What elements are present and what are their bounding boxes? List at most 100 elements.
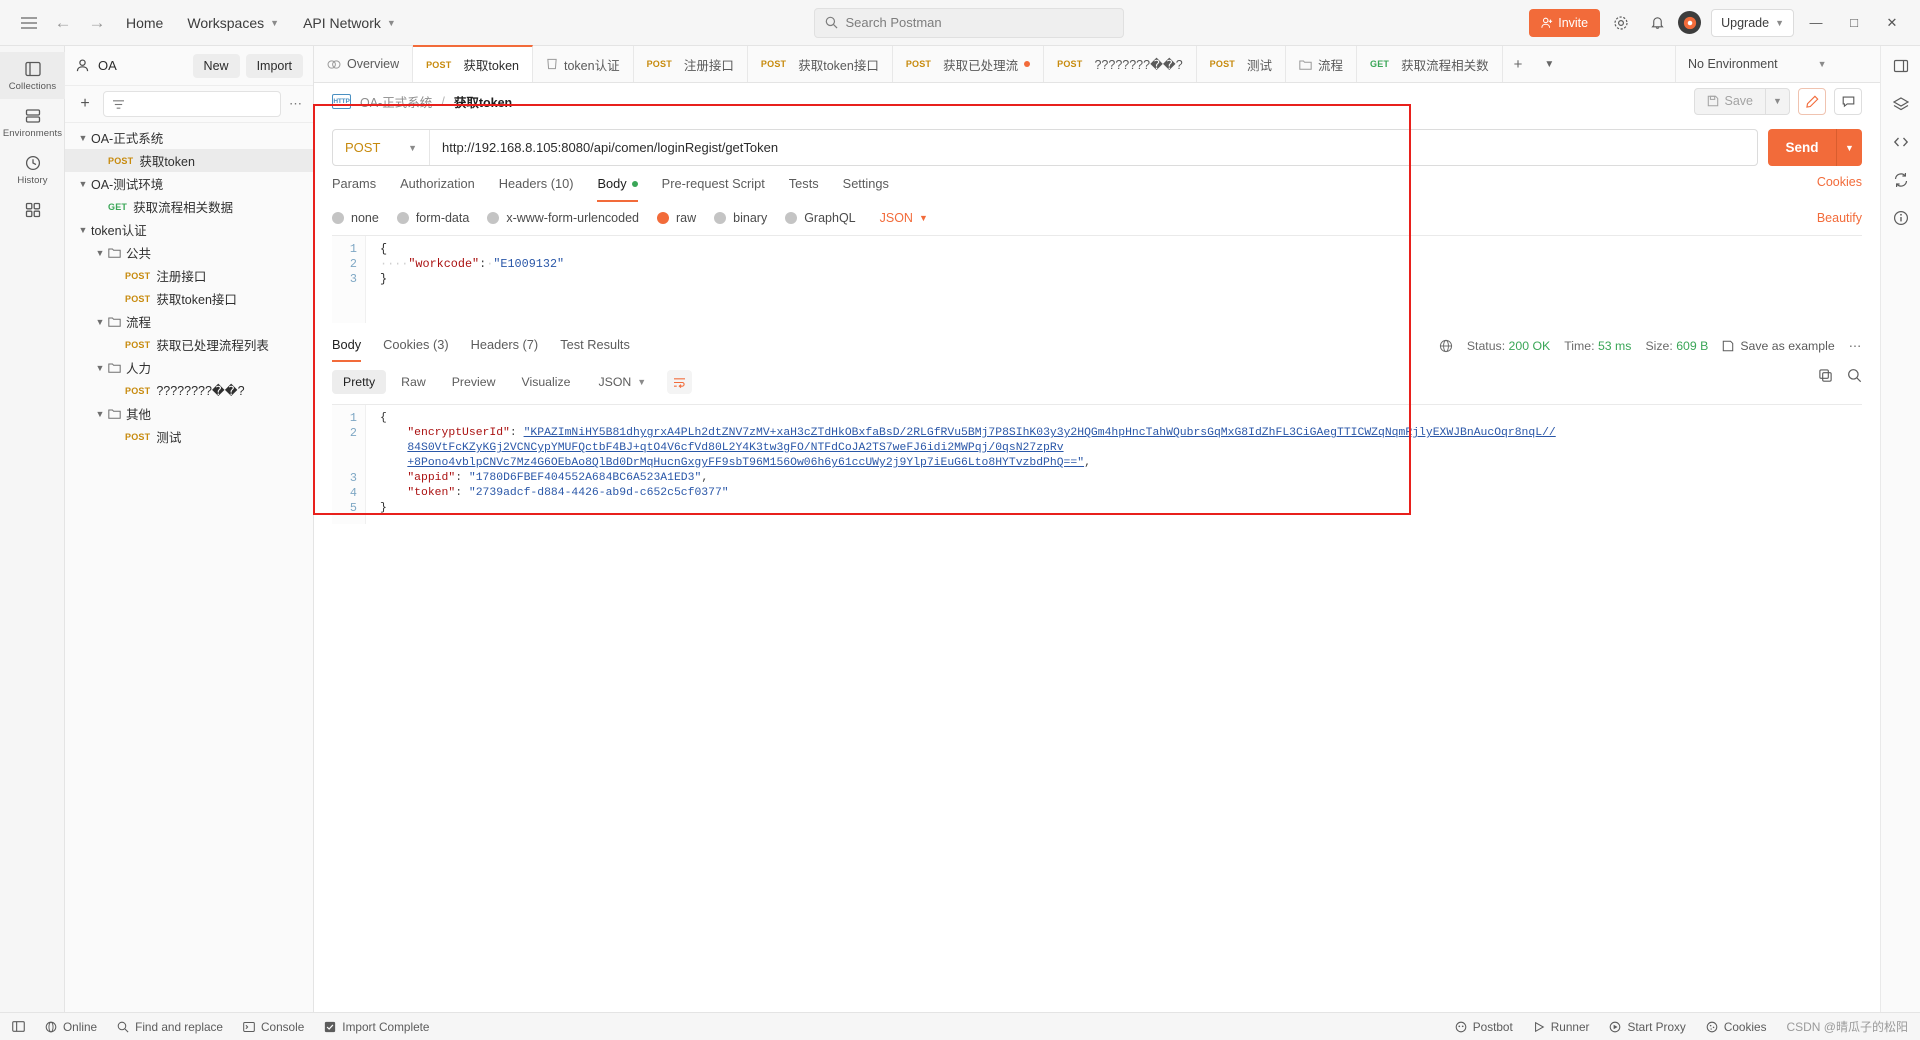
forward-arrow-icon[interactable]: → bbox=[80, 8, 114, 38]
radio-button[interactable] bbox=[785, 212, 798, 224]
search-input[interactable]: Search Postman bbox=[813, 7, 1124, 38]
request-section-tab[interactable]: Params bbox=[332, 176, 376, 202]
radio-button[interactable] bbox=[332, 212, 344, 224]
request-tab[interactable]: POST 获取token bbox=[413, 45, 533, 82]
chevron-down-icon[interactable]: ▼ bbox=[92, 317, 108, 327]
response-format-selector[interactable]: JSON ▼ bbox=[587, 370, 657, 394]
environment-selector[interactable]: No Environment ▼ bbox=[1675, 46, 1880, 82]
new-tab-button[interactable]: + bbox=[1503, 46, 1534, 82]
response-tab[interactable]: Headers (7) bbox=[471, 337, 539, 362]
request-tab[interactable]: 流程 bbox=[1286, 46, 1358, 82]
send-button[interactable]: Send bbox=[1768, 129, 1836, 166]
filter-input[interactable] bbox=[103, 91, 281, 117]
body-type-radio[interactable]: raw bbox=[657, 211, 696, 225]
wrap-lines-icon[interactable] bbox=[667, 370, 693, 394]
chevron-down-icon[interactable]: ▼ bbox=[75, 225, 91, 235]
request-section-tab[interactable]: Headers (10) bbox=[499, 176, 574, 202]
window-minimize-button[interactable]: — bbox=[1800, 8, 1832, 38]
tree-item[interactable]: POST 获取token接口 bbox=[65, 287, 313, 310]
avatar[interactable] bbox=[1678, 11, 1702, 34]
radio-button[interactable] bbox=[396, 212, 409, 224]
runner-button[interactable]: Runner bbox=[1533, 1020, 1589, 1034]
raw-format-selector[interactable]: JSON ▼ bbox=[880, 211, 928, 225]
tree-item[interactable]: ▼ OA-测试环境 bbox=[65, 172, 313, 195]
request-tab[interactable]: POST 测试 bbox=[1196, 46, 1286, 82]
upgrade-button[interactable]: Upgrade ▼ bbox=[1711, 8, 1794, 37]
tree-item[interactable]: ▼ token认证 bbox=[65, 218, 313, 241]
request-tab[interactable]: POST 获取已处理流 bbox=[892, 46, 1045, 82]
breadcrumb-collection[interactable]: OA-正式系统 bbox=[360, 92, 432, 111]
console-button[interactable]: Console bbox=[243, 1020, 304, 1034]
tree-item[interactable]: ▼ 公共 bbox=[65, 241, 313, 264]
tree-item[interactable]: POST 测试 bbox=[65, 425, 313, 448]
tree-item[interactable]: POST 注册接口 bbox=[65, 264, 313, 287]
rail-item-environments[interactable]: Environments bbox=[0, 99, 65, 146]
tree-item[interactable]: GET 获取流程相关数据 bbox=[65, 195, 313, 218]
search-icon[interactable] bbox=[1847, 368, 1862, 383]
chevron-down-icon[interactable]: ▼ bbox=[75, 179, 91, 189]
plus-icon[interactable]: + bbox=[75, 94, 95, 114]
start-proxy-button[interactable]: Start Proxy bbox=[1609, 1020, 1686, 1034]
response-more-icon[interactable]: ⋯ bbox=[1849, 339, 1862, 353]
rail-item-history[interactable]: History bbox=[0, 146, 65, 193]
copy-icon[interactable] bbox=[1818, 368, 1833, 383]
import-complete-status[interactable]: Import Complete bbox=[324, 1020, 430, 1034]
send-options-button[interactable]: ▼ bbox=[1836, 129, 1862, 166]
window-close-button[interactable]: ✕ bbox=[1876, 8, 1908, 38]
beautify-link[interactable]: Beautify bbox=[1817, 211, 1862, 225]
cookies-button[interactable]: Cookies bbox=[1706, 1020, 1766, 1034]
tree-item[interactable]: POST 获取已处理流程列表 bbox=[65, 333, 313, 356]
more-horizontal-icon[interactable]: ⋯ bbox=[289, 96, 303, 112]
body-type-radio[interactable]: x-www-form-urlencoded bbox=[487, 211, 639, 225]
tree-item[interactable]: POST 获取token bbox=[65, 149, 313, 172]
method-selector[interactable]: POST ▼ bbox=[333, 130, 430, 165]
chevron-down-icon[interactable]: ▼ bbox=[75, 133, 91, 143]
rail-item-collections[interactable]: Collections bbox=[0, 52, 65, 99]
request-section-tab[interactable]: Settings bbox=[843, 176, 889, 202]
response-view-pill[interactable]: Raw bbox=[390, 370, 437, 394]
response-code[interactable]: { "encryptUserId": "KPAZImNiHY5B81dhygrx… bbox=[366, 405, 1862, 524]
request-section-tab[interactable]: Authorization bbox=[400, 176, 475, 202]
radio-button[interactable] bbox=[657, 212, 669, 224]
tree-item[interactable]: ▼ 人力 bbox=[65, 356, 313, 379]
hamburger-icon[interactable] bbox=[12, 8, 46, 38]
layers-icon[interactable] bbox=[1889, 92, 1913, 116]
import-button[interactable]: Import bbox=[245, 53, 303, 78]
response-tab[interactable]: Test Results bbox=[560, 337, 630, 362]
new-button[interactable]: New bbox=[192, 53, 240, 78]
save-options-button[interactable]: ▼ bbox=[1766, 87, 1790, 115]
gear-icon[interactable] bbox=[1606, 8, 1636, 38]
response-body-editor[interactable]: 12 345 { "encryptUserId": "KPAZImNiHY5B8… bbox=[332, 404, 1862, 524]
body-type-radio[interactable]: binary bbox=[714, 211, 767, 225]
chevron-down-icon[interactable]: ▼ bbox=[92, 248, 108, 258]
request-tab[interactable]: token认证 bbox=[533, 46, 634, 82]
radio-button[interactable] bbox=[487, 212, 500, 224]
body-type-radio[interactable]: form-data bbox=[396, 211, 469, 225]
url-input[interactable] bbox=[430, 140, 1757, 155]
window-maximize-button[interactable]: □ bbox=[1838, 8, 1870, 38]
rail-item-apps[interactable] bbox=[0, 193, 65, 226]
response-view-pill[interactable]: Visualize bbox=[510, 370, 581, 394]
response-view-pill[interactable]: Pretty bbox=[332, 370, 387, 394]
tree-item[interactable]: POST ????????��? bbox=[65, 379, 313, 402]
radio-button[interactable] bbox=[714, 212, 727, 224]
tabs-overflow-button[interactable]: ▼ bbox=[1533, 46, 1565, 82]
request-tab[interactable]: POST 注册接口 bbox=[633, 46, 748, 82]
nav-api-network[interactable]: API Network ▼ bbox=[291, 9, 408, 37]
cookies-link[interactable]: Cookies bbox=[1817, 175, 1862, 189]
tree-item[interactable]: ▼ 流程 bbox=[65, 310, 313, 333]
request-tab[interactable]: Overview bbox=[314, 46, 414, 82]
request-tab[interactable]: GET 获取流程相关数 bbox=[1357, 46, 1503, 82]
chevron-down-icon[interactable]: ▼ bbox=[92, 363, 108, 373]
save-button[interactable]: Save bbox=[1693, 87, 1766, 115]
tree-item[interactable]: ▼ OA-正式系统 bbox=[65, 126, 313, 149]
nav-workspaces[interactable]: Workspaces ▼ bbox=[175, 9, 291, 37]
bell-icon[interactable] bbox=[1642, 8, 1672, 38]
find-and-replace-button[interactable]: Find and replace bbox=[117, 1020, 223, 1034]
request-section-tab[interactable]: Body bbox=[597, 176, 638, 202]
request-tab[interactable]: POST 获取token接口 bbox=[747, 46, 893, 82]
response-tab[interactable]: Body bbox=[332, 337, 362, 362]
back-arrow-icon[interactable]: ← bbox=[46, 8, 80, 38]
chevron-down-icon[interactable]: ▼ bbox=[92, 409, 108, 419]
save-as-example-button[interactable]: Save as example bbox=[1722, 339, 1835, 353]
